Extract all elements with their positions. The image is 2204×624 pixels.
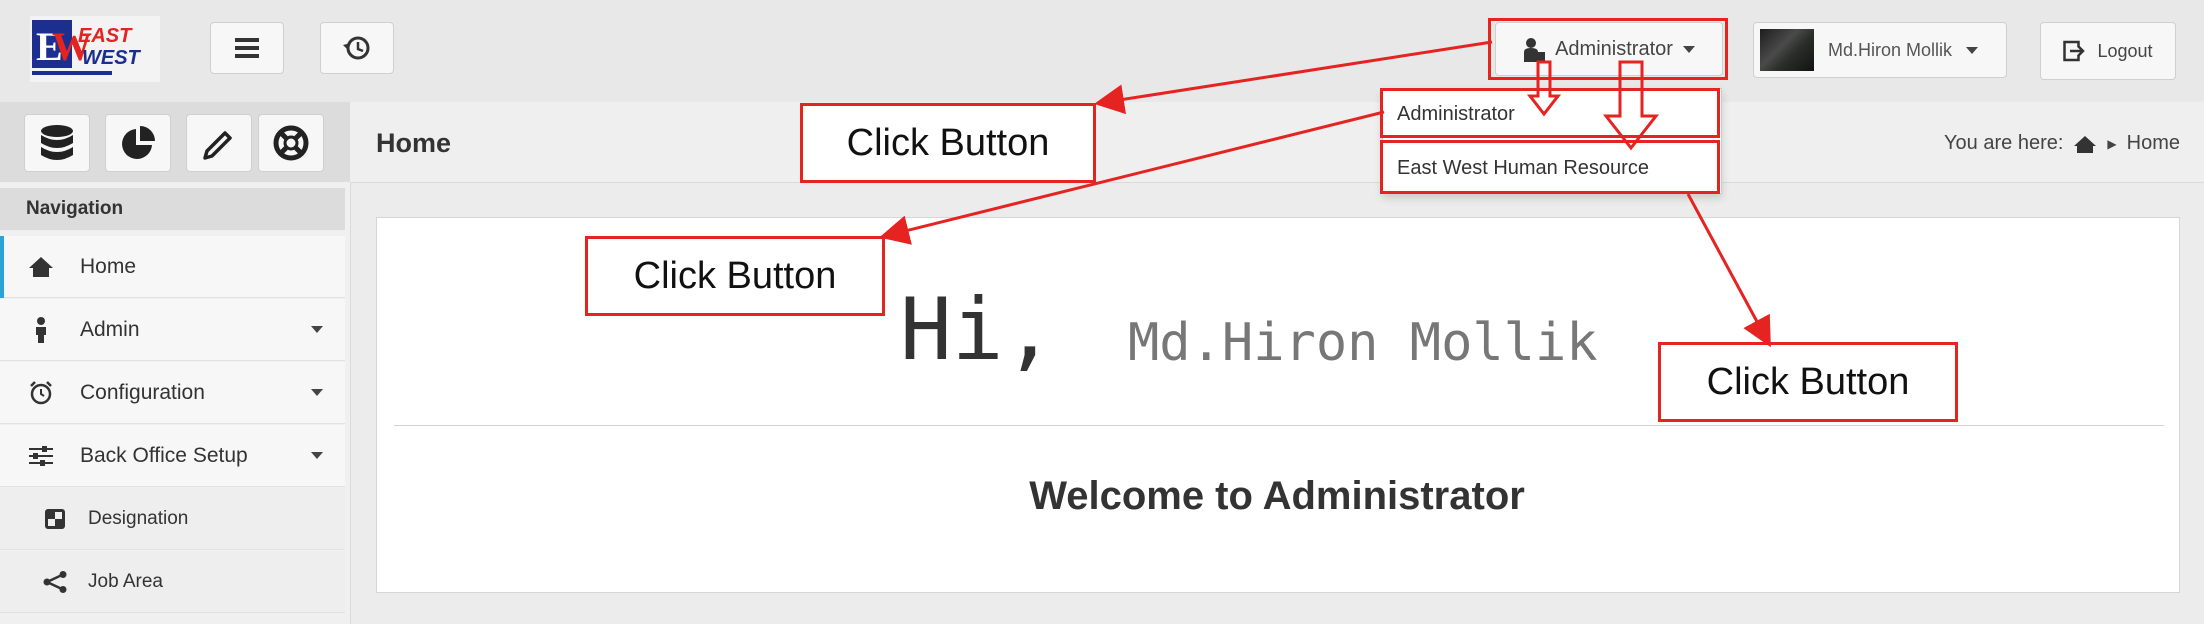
company-logo[interactable]: E W EAST WEST: [30, 16, 160, 82]
breadcrumb-separator-icon: ▶: [2107, 136, 2117, 151]
tiles-icon: [38, 508, 72, 530]
highlight-role-option-2: [1380, 140, 1720, 194]
home-icon[interactable]: [2073, 134, 2097, 154]
sidebar-item-home[interactable]: Home: [0, 236, 345, 298]
database-button[interactable]: [24, 114, 90, 172]
database-icon: [41, 125, 73, 160]
support-button[interactable]: [258, 114, 324, 172]
person-icon: [24, 316, 58, 343]
caret-down-icon: [1966, 46, 1979, 54]
menu-toggle-button[interactable]: [210, 22, 284, 74]
sidebar-item-label: Designation: [88, 507, 189, 529]
annotation-callout-3: Click Button: [1658, 342, 1958, 422]
greeting: Hi,: [900, 280, 1056, 380]
svg-text:WEST: WEST: [82, 47, 142, 69]
pie-chart-icon: [122, 126, 155, 159]
user-menu-button[interactable]: Md.Hiron Mollik: [1753, 22, 2007, 78]
welcome-heading: Welcome to Administrator: [1029, 474, 1525, 518]
page-title: Home: [376, 128, 452, 158]
chart-button[interactable]: [105, 114, 171, 172]
history-icon: [343, 36, 370, 60]
user-name-label: Md.Hiron Mollik: [1828, 39, 1953, 60]
hamburger-icon: [235, 38, 259, 58]
sidebar-item-label: Admin: [80, 317, 140, 341]
sidebar-item-back-office-setup[interactable]: Back Office Setup: [0, 425, 345, 487]
callout-text: Click Button: [633, 254, 837, 297]
logout-icon: [2063, 40, 2086, 62]
sidebar-item-label: Configuration: [80, 380, 205, 404]
alarm-clock-icon: [24, 380, 58, 405]
sidebar-item-label: Back Office Setup: [80, 443, 248, 467]
caret-down-icon: [311, 452, 323, 459]
caret-down-icon: [311, 326, 323, 333]
sidebar-item-label: Home: [80, 254, 137, 278]
history-button[interactable]: [320, 22, 394, 74]
highlight-role-button: [1488, 18, 1728, 80]
sidebar-item-label: Job Area: [88, 570, 163, 592]
svg-text:EAST: EAST: [78, 25, 133, 47]
annotation-callout-2: Click Button: [585, 236, 885, 316]
edit-button[interactable]: [186, 114, 252, 172]
annotation-callout-1: Click Button: [800, 103, 1096, 183]
breadcrumb-current[interactable]: Home: [2127, 132, 2180, 155]
breadcrumb-prefix: You are here:: [1944, 132, 2064, 154]
sidebar-item-job-area[interactable]: Job Area: [0, 551, 345, 613]
lifebuoy-icon: [273, 125, 309, 161]
greeting-name: Md.Hiron Mollik: [1128, 313, 1598, 373]
logout-button[interactable]: Logout: [2040, 22, 2176, 80]
divider: [394, 425, 2164, 426]
active-indicator: [0, 236, 4, 298]
caret-down-icon: [311, 389, 323, 396]
home-icon: [24, 256, 58, 278]
logout-label: Logout: [2097, 40, 2153, 61]
nav-heading: Navigation: [0, 188, 345, 230]
sidebar-item-configuration[interactable]: Configuration: [0, 362, 345, 424]
breadcrumb: You are here: ▶ Home: [1944, 132, 2180, 155]
sliders-icon: [24, 445, 58, 467]
sidebar-item-admin[interactable]: Admin: [0, 299, 345, 361]
callout-text: Click Button: [846, 121, 1050, 164]
sidebar-item-designation[interactable]: Designation: [0, 488, 345, 550]
share-icon: [38, 570, 72, 593]
page-header: [350, 102, 2204, 183]
pencil-icon: [203, 131, 232, 160]
highlight-role-option-1: [1380, 88, 1720, 138]
callout-text: Click Button: [1706, 360, 1910, 403]
user-avatar: [1760, 29, 1814, 71]
